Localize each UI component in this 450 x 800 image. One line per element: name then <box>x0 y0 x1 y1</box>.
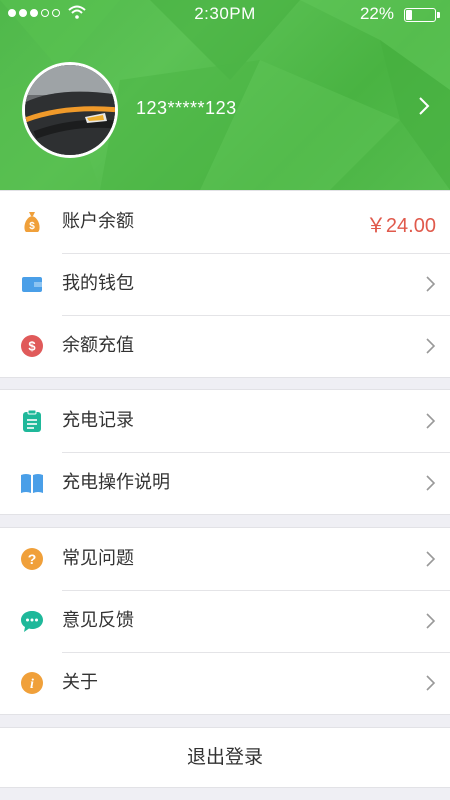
battery-icon <box>404 8 440 22</box>
account-group: $ 账户余额 ￥24.00 我的钱包 $ 余额充值 <box>0 190 450 378</box>
account-balance-label: 账户余额 <box>62 211 134 232</box>
my-wallet-row[interactable]: 我的钱包 <box>0 253 450 315</box>
dollar-circle-icon: $ <box>21 335 43 357</box>
feedback-row[interactable]: 意见反馈 <box>0 590 450 652</box>
charging-records-row[interactable]: 充电记录 <box>0 390 450 452</box>
question-icon: ? <box>21 548 43 570</box>
about-label: 关于 <box>62 672 98 693</box>
svg-text:$: $ <box>29 221 35 232</box>
avatar[interactable] <box>22 62 118 158</box>
charging-records-label: 充电记录 <box>62 410 134 431</box>
balance-recharge-label: 余额充值 <box>62 335 134 356</box>
my-wallet-label: 我的钱包 <box>62 273 134 294</box>
info-icon: i <box>21 672 43 694</box>
chevron-right-icon <box>426 475 436 491</box>
charging-instructions-row[interactable]: 充电操作说明 <box>0 452 450 514</box>
about-row[interactable]: i 关于 <box>0 652 450 714</box>
clipboard-icon <box>23 409 41 432</box>
faq-label: 常见问题 <box>62 548 134 569</box>
svg-text:$: $ <box>28 339 36 354</box>
chevron-right-icon <box>426 551 436 567</box>
battery-percent: 22% <box>359 4 394 23</box>
account-balance-value: ￥24.00 <box>365 215 436 237</box>
logout-button[interactable]: 退出登录 <box>0 727 450 788</box>
charging-instructions-label: 充电操作说明 <box>62 472 170 493</box>
help-group: ? 常见问题 意见反馈 i 关于 <box>0 527 450 715</box>
money-bag-icon: $ <box>24 212 40 232</box>
username[interactable]: 123*****123 <box>136 98 237 119</box>
status-bar: 2:30PM 22% <box>0 0 450 30</box>
svg-text:?: ? <box>28 551 37 567</box>
chevron-right-icon[interactable] <box>418 96 430 116</box>
account-balance-row[interactable]: $ 账户余额 ￥24.00 <box>0 191 450 253</box>
chevron-right-icon <box>426 276 436 292</box>
chevron-right-icon <box>426 413 436 429</box>
feedback-label: 意见反馈 <box>62 610 134 631</box>
car-photo-avatar <box>25 65 115 155</box>
faq-row[interactable]: ? 常见问题 <box>0 528 450 590</box>
book-icon <box>21 474 43 493</box>
chevron-right-icon <box>426 675 436 691</box>
profile-header: 2:30PM 22% 123*****123 <box>0 0 450 190</box>
balance-recharge-row[interactable]: $ 余额充值 <box>0 315 450 377</box>
svg-text:i: i <box>30 677 34 692</box>
wallet-icon <box>22 277 42 292</box>
chat-bubble-icon <box>21 611 43 632</box>
chevron-right-icon <box>426 338 436 354</box>
charging-group: 充电记录 充电操作说明 <box>0 389 450 515</box>
chevron-right-icon <box>426 613 436 629</box>
